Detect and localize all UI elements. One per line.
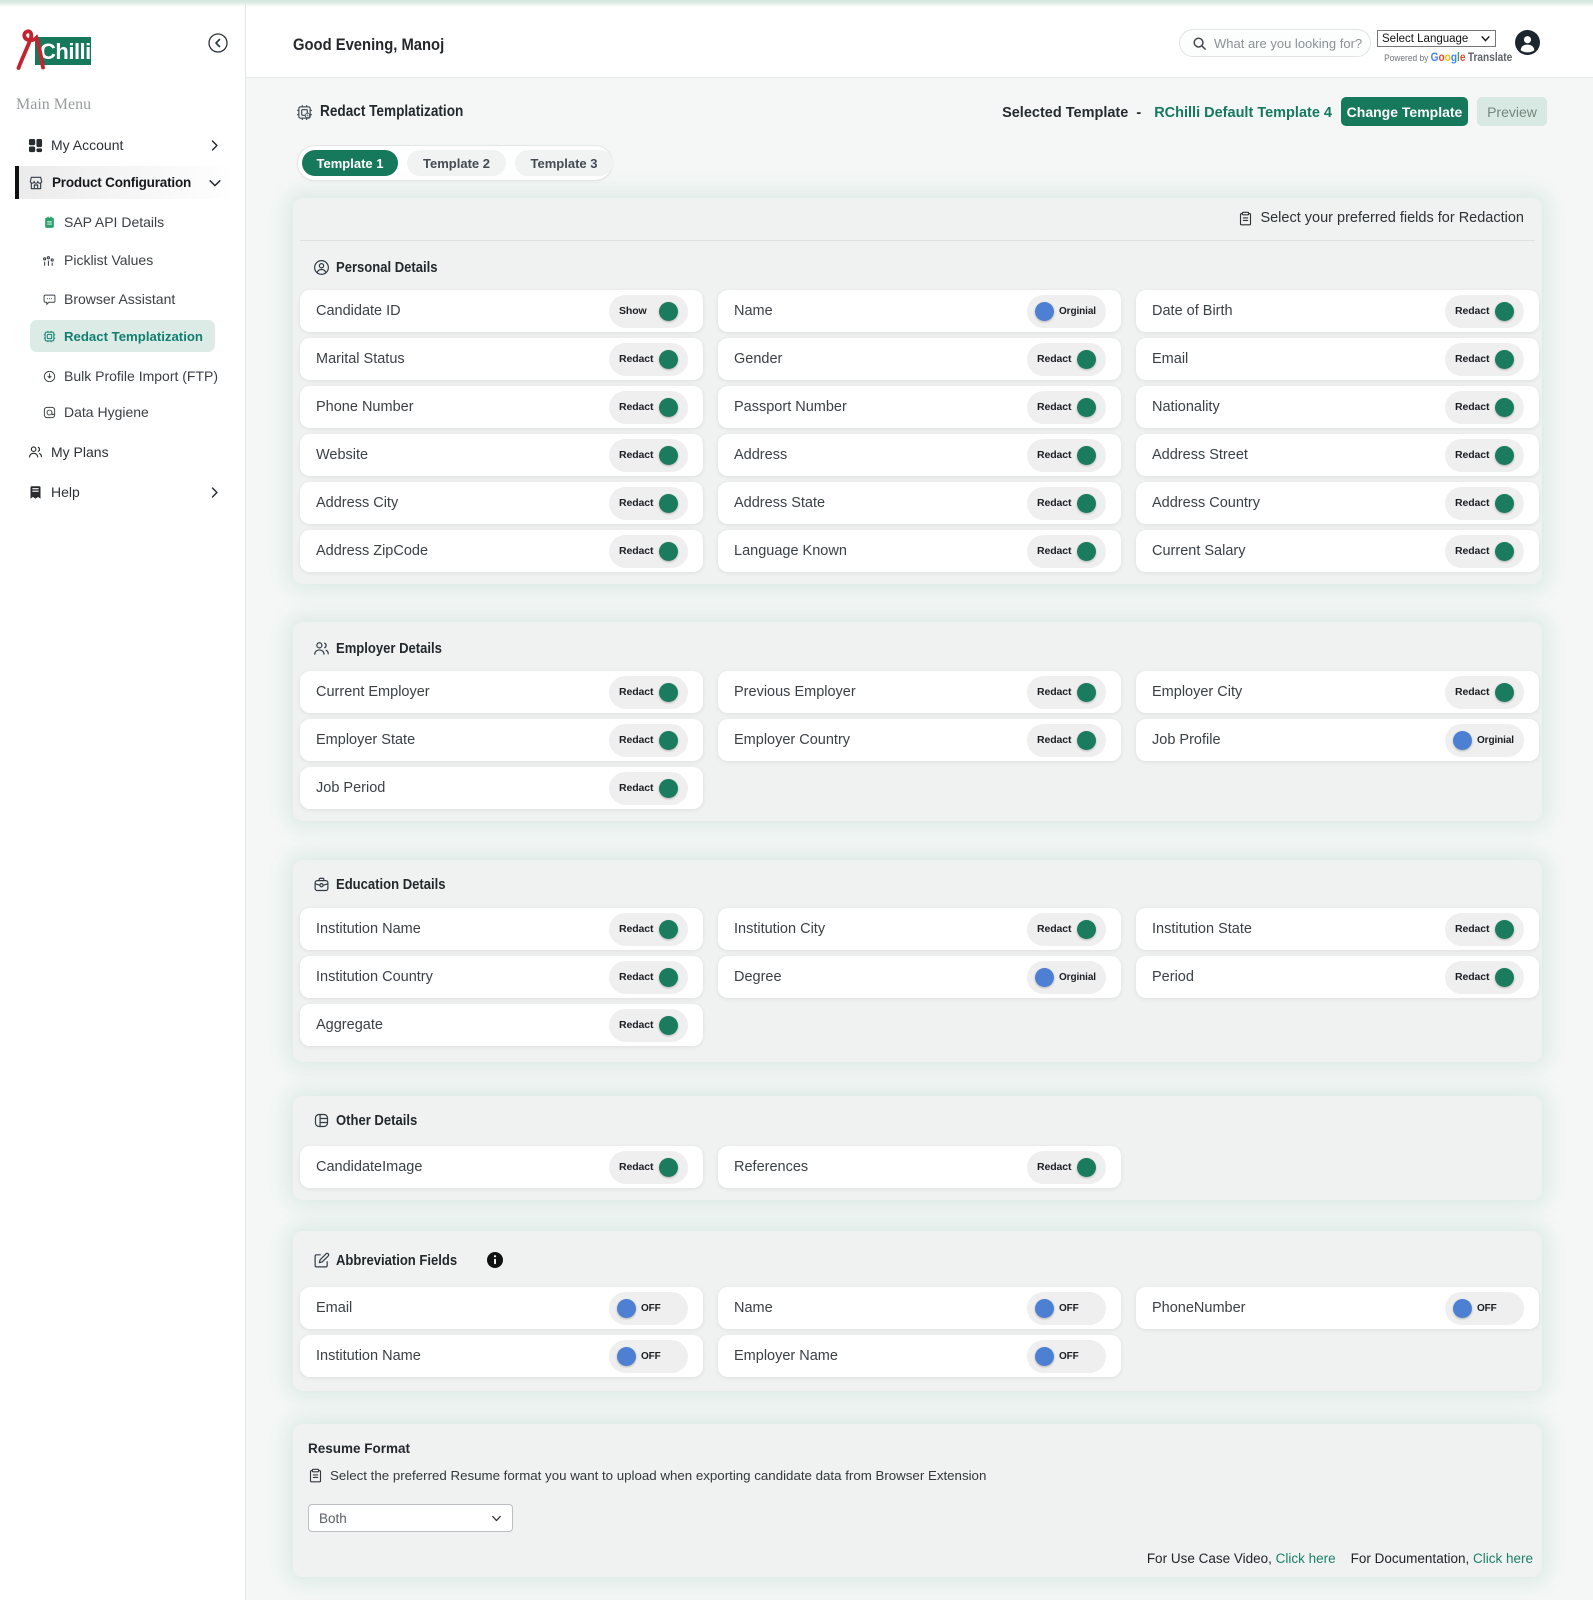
- svg-text:Chilli: Chilli: [40, 39, 91, 64]
